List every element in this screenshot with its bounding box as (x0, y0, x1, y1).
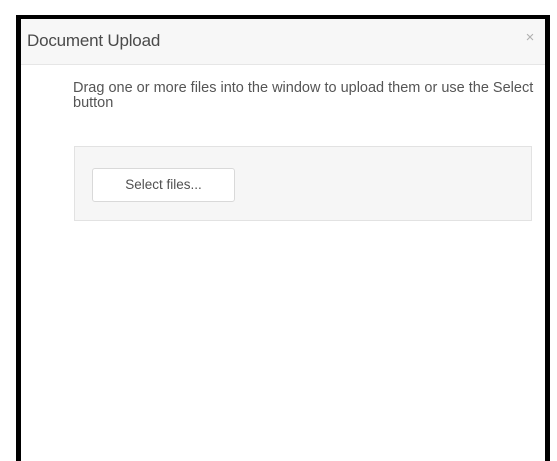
document-upload-dialog: Document Upload × Drag one or more files… (16, 15, 550, 461)
file-drop-zone[interactable]: Select files... (74, 146, 532, 221)
upload-instructions: Drag one or more files into the window t… (73, 80, 534, 111)
close-icon[interactable]: × (521, 29, 539, 47)
select-files-button[interactable]: Select files... (92, 168, 235, 202)
dialog-title: Document Upload (27, 31, 161, 50)
dialog-titlebar: Document Upload × (21, 19, 545, 65)
